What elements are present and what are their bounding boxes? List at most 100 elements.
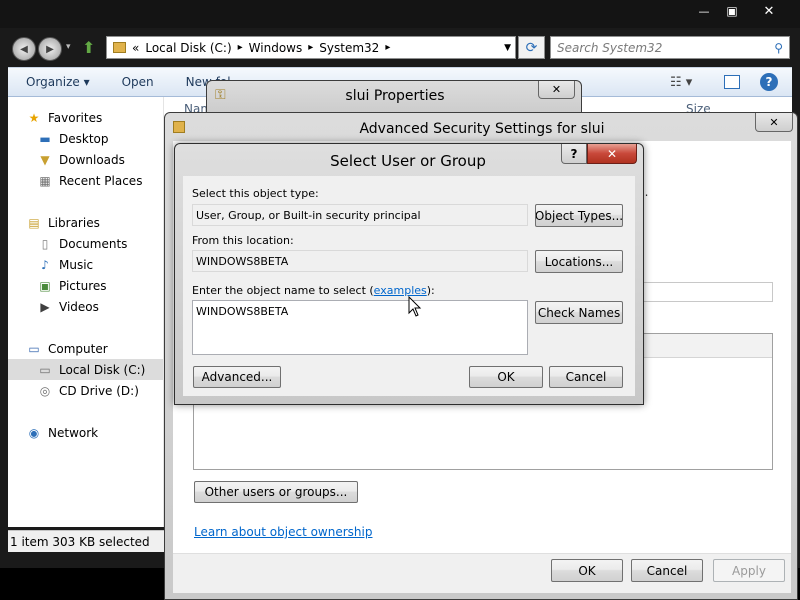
forward-button[interactable]: ▶: [38, 37, 62, 61]
downloads-folder-icon: ▼: [40, 152, 50, 167]
search-icon[interactable]: ⚲: [774, 41, 783, 55]
ok-button[interactable]: OK: [551, 559, 623, 582]
recent-pages-icon[interactable]: ▾: [66, 42, 78, 56]
desktop-icon: ▬: [39, 131, 51, 146]
object-type-field: User, Group, or Built-in security princi…: [192, 204, 528, 226]
preview-pane-icon[interactable]: [724, 75, 740, 89]
nav-label: Downloads: [59, 152, 125, 167]
crumb-system32[interactable]: System32: [319, 41, 379, 55]
dialog-client: Select this object type: User, Group, or…: [183, 176, 635, 396]
back-button[interactable]: ◀: [12, 37, 36, 61]
status-text: 1 item 303 KB selected: [10, 534, 150, 549]
mouse-cursor-icon: [408, 296, 422, 317]
nav-label: Favorites: [48, 110, 103, 125]
nav-desktop[interactable]: ▬ Desktop: [37, 128, 108, 149]
nav-pictures[interactable]: ▣ Pictures: [37, 275, 107, 296]
refresh-button[interactable]: ⟳: [518, 36, 545, 59]
forward-arrow-icon: ▶: [46, 43, 54, 55]
organize-menu[interactable]: Organize ▾: [26, 75, 90, 89]
object-name-label-prefix: Enter the object name to select (: [192, 284, 374, 297]
nav-label: Libraries: [48, 215, 100, 230]
star-icon: ★: [28, 110, 40, 125]
crumb-separator-icon[interactable]: ▸: [308, 42, 313, 53]
search-box[interactable]: Search System32 ⚲: [550, 36, 790, 59]
nav-label: Computer: [48, 341, 108, 356]
nav-label: Local Disk (C:): [59, 362, 146, 377]
nav-label: Network: [48, 425, 99, 440]
cancel-button[interactable]: Cancel: [631, 559, 703, 582]
locations-button[interactable]: Locations...: [535, 250, 623, 273]
advanced-button[interactable]: Advanced...: [193, 366, 281, 388]
dialog-help-button[interactable]: ?: [561, 144, 587, 164]
close-button[interactable]: ✕: [746, 1, 792, 21]
advanced-security-close-button[interactable]: ✕: [755, 113, 793, 132]
nav-label: Recent Places: [59, 173, 143, 188]
learn-ownership-link[interactable]: Learn about object ownership: [194, 525, 372, 539]
nav-label: Music: [59, 257, 94, 272]
address-dropdown-icon[interactable]: ▼: [504, 43, 511, 53]
object-name-label: Enter the object name to select (example…: [192, 284, 435, 297]
nav-videos[interactable]: ▶ Videos: [37, 296, 99, 317]
search-input[interactable]: Search System32: [557, 41, 662, 55]
object-types-button[interactable]: Object Types...: [535, 204, 623, 227]
apply-button[interactable]: Apply: [713, 559, 785, 582]
object-name-label-suffix: ):: [426, 284, 435, 297]
maximize-button[interactable]: ▣: [718, 1, 746, 21]
folder-icon: [113, 42, 126, 53]
refresh-nav-icon: ⬆: [82, 38, 96, 57]
pictures-icon: ▣: [39, 278, 51, 293]
network-icon: ◉: [28, 425, 40, 440]
nav-music[interactable]: ♪ Music: [37, 254, 93, 275]
nav-network[interactable]: ◉ Network: [26, 422, 98, 443]
nav-label: Videos: [59, 299, 99, 314]
slui-properties-close-button[interactable]: ✕: [538, 81, 575, 99]
window-buttons: — ▣ ✕: [690, 1, 792, 21]
drive-icon: ▭: [39, 362, 51, 377]
open-button[interactable]: Open: [122, 75, 154, 89]
owner-field-fragment: [643, 282, 773, 302]
advanced-security-title: Advanced Security Settings for slui: [359, 121, 605, 137]
documents-icon: ▯: [41, 236, 49, 251]
nav-documents[interactable]: ▯ Documents: [37, 233, 128, 254]
help-icon[interactable]: ?: [760, 73, 778, 91]
view-options-icon[interactable]: ☷ ▾: [670, 75, 692, 90]
libraries-icon: ▤: [28, 215, 40, 230]
status-bar: 1 item 303 KB selected: [8, 530, 164, 552]
check-names-button[interactable]: Check Names: [535, 301, 623, 324]
crumb-windows[interactable]: Windows: [249, 41, 303, 55]
cd-drive-icon: ◎: [39, 383, 51, 398]
object-name-input[interactable]: WINDOWS8BETA: [192, 300, 528, 355]
crumb-separator-icon[interactable]: ▸: [238, 42, 243, 53]
address-bar[interactable]: « Local Disk (C:) ▸ Windows ▸ System32 ▸…: [106, 36, 516, 59]
videos-icon: ▶: [40, 299, 50, 314]
crumb-local-disk[interactable]: Local Disk (C:): [145, 41, 231, 55]
nav-favorites[interactable]: ★ Favorites: [26, 107, 103, 128]
navigation-pane: ★ Favorites ▬ Desktop ▼ Downloads ▦ Recent P…: [8, 97, 164, 527]
select-user-group-dialog: Select User or Group ? ✕ Select this obj…: [174, 143, 644, 405]
slui-properties-title: slui Properties: [345, 88, 445, 104]
recent-places-icon: ▦: [39, 173, 51, 188]
nav-cd-drive[interactable]: ◎ CD Drive (D:): [37, 380, 139, 401]
nav-local-disk-selected[interactable]: ▭ Local Disk (C:): [8, 359, 163, 380]
music-icon: ♪: [41, 257, 49, 272]
nav-libraries[interactable]: ▤ Libraries: [26, 212, 100, 233]
nav-label: Documents: [59, 236, 128, 251]
crumb-separator-icon[interactable]: ▸: [385, 42, 390, 53]
location-label: From this location:: [192, 234, 294, 247]
object-type-label: Select this object type:: [192, 187, 319, 200]
address-overflow[interactable]: «: [132, 41, 139, 55]
computer-icon: ▭: [28, 341, 40, 356]
nav-downloads[interactable]: ▼ Downloads: [37, 149, 125, 170]
nav-computer[interactable]: ▭ Computer: [26, 338, 108, 359]
nav-recent-places[interactable]: ▦ Recent Places: [37, 170, 142, 191]
back-arrow-icon: ◀: [20, 43, 28, 55]
dialog-cancel-button[interactable]: Cancel: [549, 366, 623, 388]
minimize-button[interactable]: —: [690, 1, 718, 21]
dialog-ok-button[interactable]: OK: [469, 366, 543, 388]
other-users-groups-button[interactable]: Other users or groups...: [194, 481, 358, 503]
explorer-titlebar: [0, 0, 800, 28]
dialog-close-button[interactable]: ✕: [587, 144, 637, 164]
nav-label: CD Drive (D:): [59, 383, 139, 398]
nav-label: Pictures: [59, 278, 107, 293]
location-field: WINDOWS8BETA: [192, 250, 528, 272]
